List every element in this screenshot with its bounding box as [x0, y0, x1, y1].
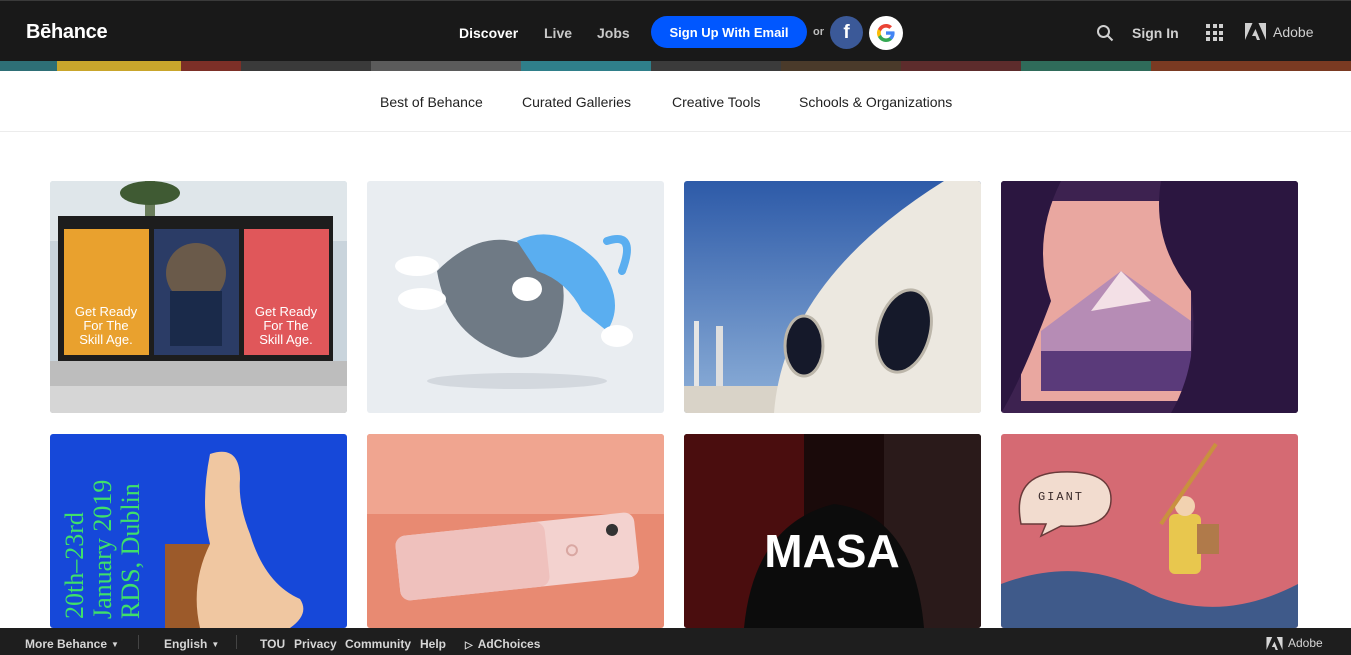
language-menu[interactable]: English ▼ — [164, 637, 219, 651]
caret-down-icon: ▼ — [211, 640, 220, 649]
top-header: Bēhance Discover Live Jobs Sign Up With … — [0, 0, 1351, 71]
footer-help-link[interactable]: Help — [420, 637, 446, 651]
sign-in-link[interactable]: Sign In — [1132, 25, 1179, 41]
adobe-link[interactable]: Adobe — [1245, 23, 1313, 40]
project-tile[interactable] — [1001, 181, 1298, 413]
signup-email-button[interactable]: Sign Up With Email — [651, 16, 807, 48]
project-tile[interactable] — [367, 181, 664, 413]
project-tile[interactable]: 20th–23rd January 2019 RDS, Dublin — [50, 434, 347, 628]
footer-divider — [138, 635, 139, 649]
project-thumbnail: MASA — [684, 434, 981, 628]
behance-logo[interactable]: Bēhance — [26, 21, 108, 44]
project-thumbnail: 20th–23rd January 2019 RDS, Dublin — [50, 434, 347, 628]
footer-divider — [236, 635, 237, 649]
footer-privacy-link[interactable]: Privacy — [294, 637, 337, 651]
project-tile[interactable]: MASA — [684, 434, 981, 628]
adchoices-label: AdChoices — [477, 637, 541, 651]
more-behance-label: More Behance — [25, 637, 108, 651]
apps-grid-icon[interactable] — [1206, 24, 1223, 41]
google-icon — [877, 24, 895, 42]
subnav-schools-organizations[interactable]: Schools & Organizations — [799, 94, 952, 110]
project-thumbnail — [684, 181, 981, 413]
poster-left-text: Get Ready For The Skill Age. — [75, 304, 138, 347]
facebook-icon: f — [843, 21, 850, 43]
caret-down-icon: ▼ — [111, 640, 119, 649]
project-tile[interactable] — [367, 434, 664, 628]
footer-adchoices-link[interactable]: ▷ AdChoices — [465, 637, 540, 651]
subnav-creative-tools[interactable]: Creative Tools — [672, 94, 760, 110]
subnav-best-of-behance[interactable]: Best of Behance — [380, 94, 483, 110]
nav-jobs[interactable]: Jobs — [597, 25, 630, 41]
project-tile[interactable]: GIANT — [1001, 434, 1298, 628]
project-thumbnail: GIANT — [1001, 434, 1298, 628]
or-separator: or — [813, 26, 824, 38]
project-thumbnail — [367, 434, 664, 628]
adchoices-icon: ▷ — [465, 640, 473, 651]
language-label: English — [164, 637, 208, 651]
google-signup-button[interactable] — [869, 16, 903, 50]
footer-community-link[interactable]: Community — [345, 637, 411, 651]
footer-tou-link[interactable]: TOU — [260, 637, 285, 651]
header-image-strip — [0, 61, 1351, 71]
project-tile[interactable] — [684, 181, 981, 413]
project-thumbnail — [1001, 181, 1298, 413]
nav-live[interactable]: Live — [544, 25, 572, 41]
header-bar: Bēhance Discover Live Jobs Sign Up With … — [0, 0, 1351, 61]
poster-right-text: Get Ready For The Skill Age. — [255, 304, 318, 347]
adobe-logo-icon — [1266, 636, 1283, 650]
secondary-nav: Best of Behance Curated Galleries Creati… — [0, 71, 1351, 132]
masa-title: MASA — [764, 525, 899, 577]
footer-adobe-label: Adobe — [1288, 636, 1323, 650]
nav-discover[interactable]: Discover — [459, 25, 518, 41]
project-thumbnail: Get Ready For The Skill Age. Get Ready For … — [50, 181, 347, 413]
search-icon[interactable] — [1096, 24, 1114, 42]
adobe-label: Adobe — [1273, 23, 1314, 40]
adobe-logo-icon — [1245, 23, 1266, 40]
more-behance-menu[interactable]: More Behance ▼ — [25, 637, 119, 651]
project-thumbnail — [367, 181, 664, 413]
giant-bubble-text: GIANT — [1038, 490, 1084, 504]
footer-bar: More Behance ▼ English ▼ TOU Privacy Commu… — [0, 628, 1351, 655]
footer-adobe-link[interactable]: Adobe — [1266, 636, 1323, 650]
facebook-signup-button[interactable]: f — [830, 16, 863, 49]
project-tile[interactable]: Get Ready For The Skill Age. Get Ready For … — [50, 181, 347, 413]
subnav-curated-galleries[interactable]: Curated Galleries — [522, 94, 631, 110]
